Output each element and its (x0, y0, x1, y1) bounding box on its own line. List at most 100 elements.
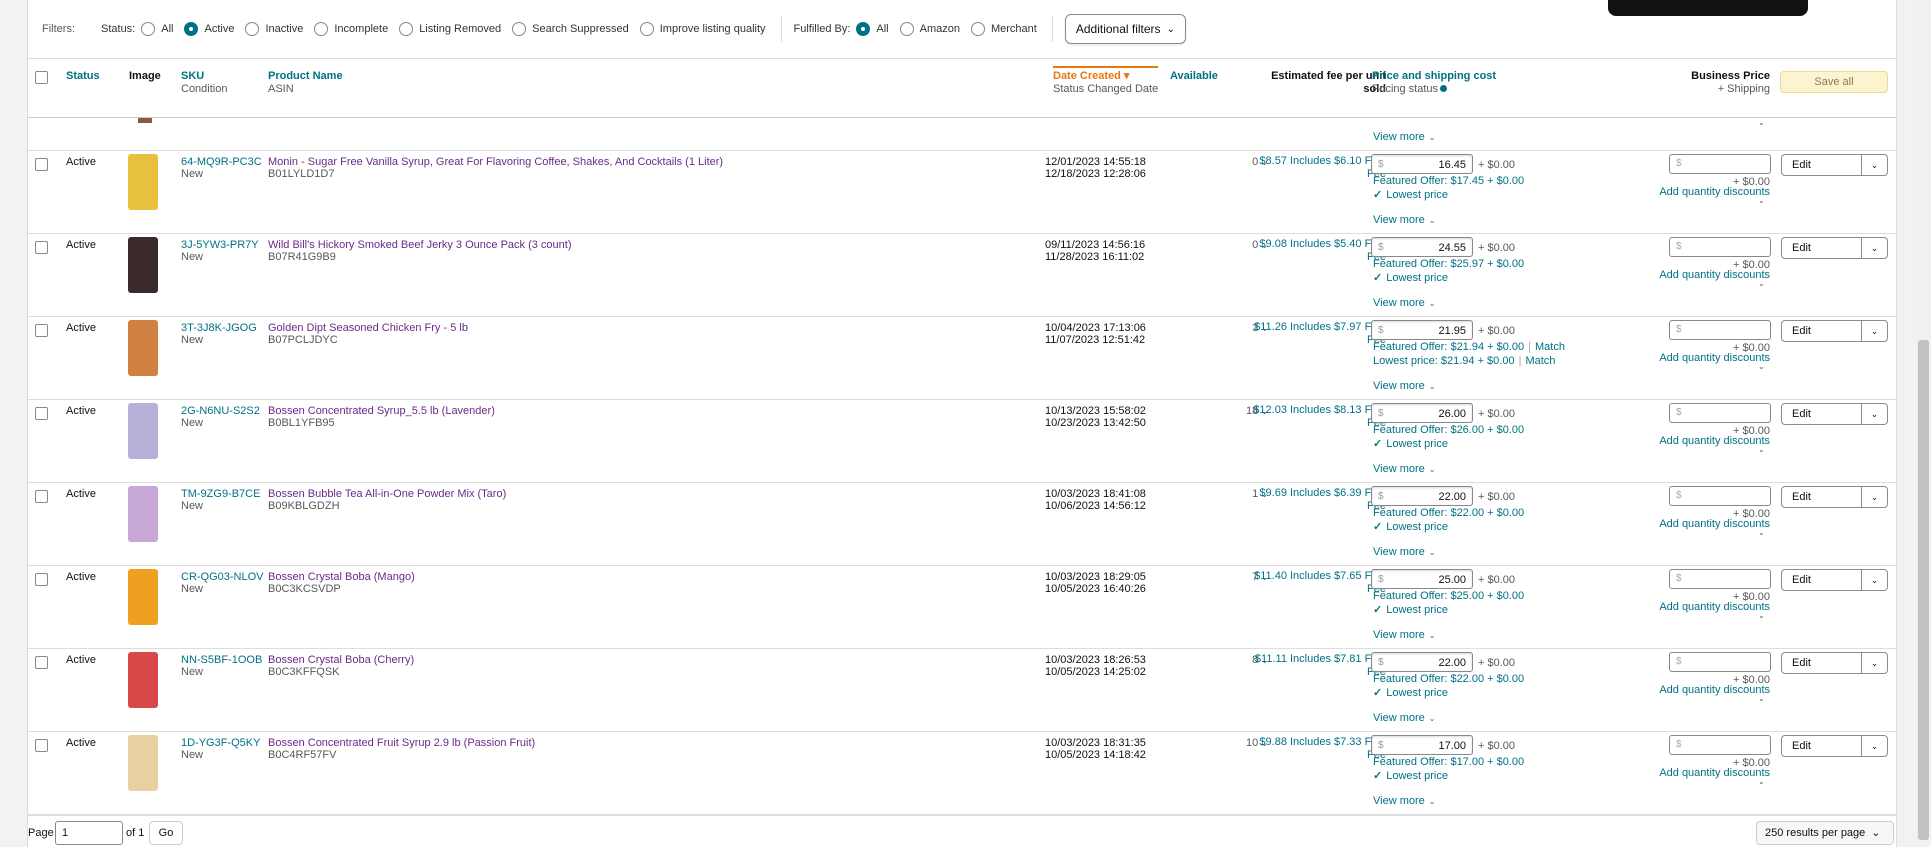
header-available[interactable]: Available (1170, 70, 1218, 83)
row-checkbox[interactable] (35, 490, 48, 503)
price-input[interactable]: $25.00 (1371, 569, 1473, 589)
product-image[interactable] (128, 569, 158, 625)
edit-split-button[interactable]: Edit ⌄ (1781, 569, 1888, 591)
save-all-button[interactable]: Save all (1780, 71, 1888, 93)
status-radio-search-suppressed[interactable]: Search Suppressed (512, 22, 629, 36)
business-price-input[interactable]: $ (1669, 652, 1771, 672)
add-quantity-discounts-link[interactable]: Add quantity discounts (1638, 518, 1770, 530)
add-quantity-discounts-link[interactable]: Add quantity discounts (1638, 269, 1770, 281)
fee-link[interactable]: $9.69 Includes $6.39 FBA Fee (1248, 487, 1386, 513)
view-more-link[interactable]: View more ⌄ (1373, 795, 1435, 808)
fee-link[interactable]: $9.08 Includes $5.40 FBA Fee (1248, 238, 1386, 264)
product-image[interactable] (128, 652, 158, 708)
header-price[interactable]: Price and shipping cost Pricing status (1372, 70, 1496, 96)
product-image[interactable] (128, 486, 158, 542)
add-quantity-discounts-link[interactable]: Add quantity discounts (1638, 352, 1770, 364)
business-price-input[interactable]: $ (1669, 486, 1771, 506)
row-checkbox[interactable] (35, 739, 48, 752)
status-radio-listing-removed[interactable]: Listing Removed (399, 22, 501, 36)
add-quantity-discounts-link[interactable]: Add quantity discounts (1638, 767, 1770, 779)
sku-link[interactable]: 64-MQ9R-PC3C (181, 156, 262, 168)
status-radio-all[interactable]: All (141, 22, 173, 36)
product-name-link[interactable]: Bossen Concentrated Syrup_5.5 lb (Lavend… (268, 405, 495, 417)
edit-split-button[interactable]: Edit ⌄ (1781, 652, 1888, 674)
business-price-input[interactable]: $ (1669, 735, 1771, 755)
price-input[interactable]: $26.00 (1371, 403, 1473, 423)
fulfilled-radio-amazon[interactable]: Amazon (899, 22, 960, 36)
product-image[interactable] (128, 320, 158, 376)
view-more-link[interactable]: View more ⌄ (1373, 131, 1435, 143)
product-name-link[interactable]: Bossen Crystal Boba (Cherry) (268, 654, 414, 666)
row-checkbox[interactable] (35, 324, 48, 337)
header-date-created[interactable]: Date Created ▾ Status Changed Date (1053, 66, 1159, 96)
view-more-link[interactable]: View more ⌄ (1373, 297, 1435, 310)
scrollbar[interactable] (1916, 0, 1931, 847)
match-link[interactable]: Match (1535, 341, 1565, 353)
fee-link[interactable]: $11.11 Includes $7.81 FBA Fee (1248, 653, 1386, 679)
status-radio-inactive[interactable]: Inactive (245, 22, 303, 36)
edit-split-button[interactable]: Edit ⌄ (1781, 320, 1888, 342)
business-price-input[interactable]: $ (1669, 320, 1771, 340)
sku-link[interactable]: 2G-N6NU-S2S2 (181, 405, 260, 417)
row-checkbox[interactable] (35, 241, 48, 254)
fee-link[interactable]: $11.26 Includes $7.97 FBA Fee (1248, 321, 1386, 347)
radio-circle[interactable] (639, 22, 654, 36)
additional-filters-button[interactable]: Additional filters ⌄ (1064, 14, 1186, 44)
radio-circle[interactable] (314, 22, 329, 36)
status-radio-incomplete[interactable]: Incomplete (314, 22, 388, 36)
chevron-down-icon[interactable]: ⌄ (1861, 653, 1887, 673)
fulfilled-radio-merchant[interactable]: Merchant (970, 22, 1037, 36)
price-input[interactable]: $22.00 (1371, 652, 1473, 672)
price-input[interactable]: $24.55 (1371, 237, 1473, 257)
product-image[interactable] (128, 237, 158, 293)
header-product-name[interactable]: Product Name ASIN (268, 70, 343, 96)
fee-link[interactable]: $8.57 Includes $6.10 FBA Fee (1248, 155, 1386, 181)
match-link[interactable]: Match (1525, 355, 1555, 367)
edit-button[interactable]: Edit (1782, 321, 1861, 341)
edit-split-button[interactable]: Edit ⌄ (1781, 486, 1888, 508)
add-quantity-discounts-link[interactable]: Add quantity discounts (1638, 435, 1770, 447)
product-name-link[interactable]: Bossen Bubble Tea All-in-One Powder Mix … (268, 488, 506, 500)
product-image[interactable] (128, 735, 158, 791)
radio-circle[interactable] (512, 22, 527, 36)
view-more-link[interactable]: View more ⌄ (1373, 546, 1435, 559)
fulfilled-radio-all[interactable]: All (856, 22, 889, 36)
radio-circle[interactable] (141, 22, 156, 36)
price-input[interactable]: $21.95 (1371, 320, 1473, 340)
business-price-input[interactable]: $ (1669, 403, 1771, 423)
edit-button[interactable]: Edit (1782, 155, 1861, 175)
view-more-link[interactable]: View more ⌄ (1373, 380, 1435, 393)
edit-button[interactable]: Edit (1782, 238, 1861, 258)
row-checkbox[interactable] (35, 656, 48, 669)
status-radio-improve-quality[interactable]: Improve listing quality (639, 22, 766, 36)
price-input[interactable]: $16.45 (1371, 154, 1473, 174)
product-name-link[interactable]: Bossen Crystal Boba (Mango) (268, 571, 415, 583)
fee-link[interactable]: $11.40 Includes $7.65 FBA Fee (1248, 570, 1386, 596)
info-icon[interactable] (1440, 85, 1448, 92)
status-radio-active[interactable]: Active (184, 22, 234, 36)
results-per-page-select[interactable]: 250 results per page ⌄ (1756, 821, 1894, 845)
sku-link[interactable]: 1D-YG3F-Q5KY (181, 737, 260, 749)
radio-circle[interactable] (970, 22, 985, 36)
view-more-link[interactable]: View more ⌄ (1373, 629, 1435, 642)
edit-split-button[interactable]: Edit ⌄ (1781, 237, 1888, 259)
add-quantity-discounts-link[interactable]: Add quantity discounts (1638, 601, 1770, 613)
row-checkbox[interactable] (35, 158, 48, 171)
edit-split-button[interactable]: Edit ⌄ (1781, 154, 1888, 176)
product-image[interactable] (128, 154, 158, 210)
view-more-link[interactable]: View more ⌄ (1373, 712, 1435, 725)
chevron-down-icon[interactable]: ⌄ (1861, 321, 1887, 341)
radio-circle-selected[interactable] (184, 22, 199, 36)
header-dark-button[interactable] (1608, 0, 1808, 16)
sku-link[interactable]: 3T-3J8K-JGOG (181, 322, 257, 334)
sku-link[interactable]: 3J-5YW3-PR7Y (181, 239, 259, 251)
price-input[interactable]: $22.00 (1371, 486, 1473, 506)
product-image[interactable] (128, 403, 158, 459)
fee-link[interactable]: $12.03 Includes $8.13 FBA Fee (1248, 404, 1386, 430)
view-more-link[interactable]: View more ⌄ (1373, 214, 1435, 227)
radio-circle[interactable] (899, 22, 914, 36)
scrollbar-thumb[interactable] (1918, 340, 1929, 840)
chevron-down-icon[interactable]: ⌄ (1861, 570, 1887, 590)
radio-circle-selected[interactable] (856, 22, 871, 36)
edit-button[interactable]: Edit (1782, 570, 1861, 590)
